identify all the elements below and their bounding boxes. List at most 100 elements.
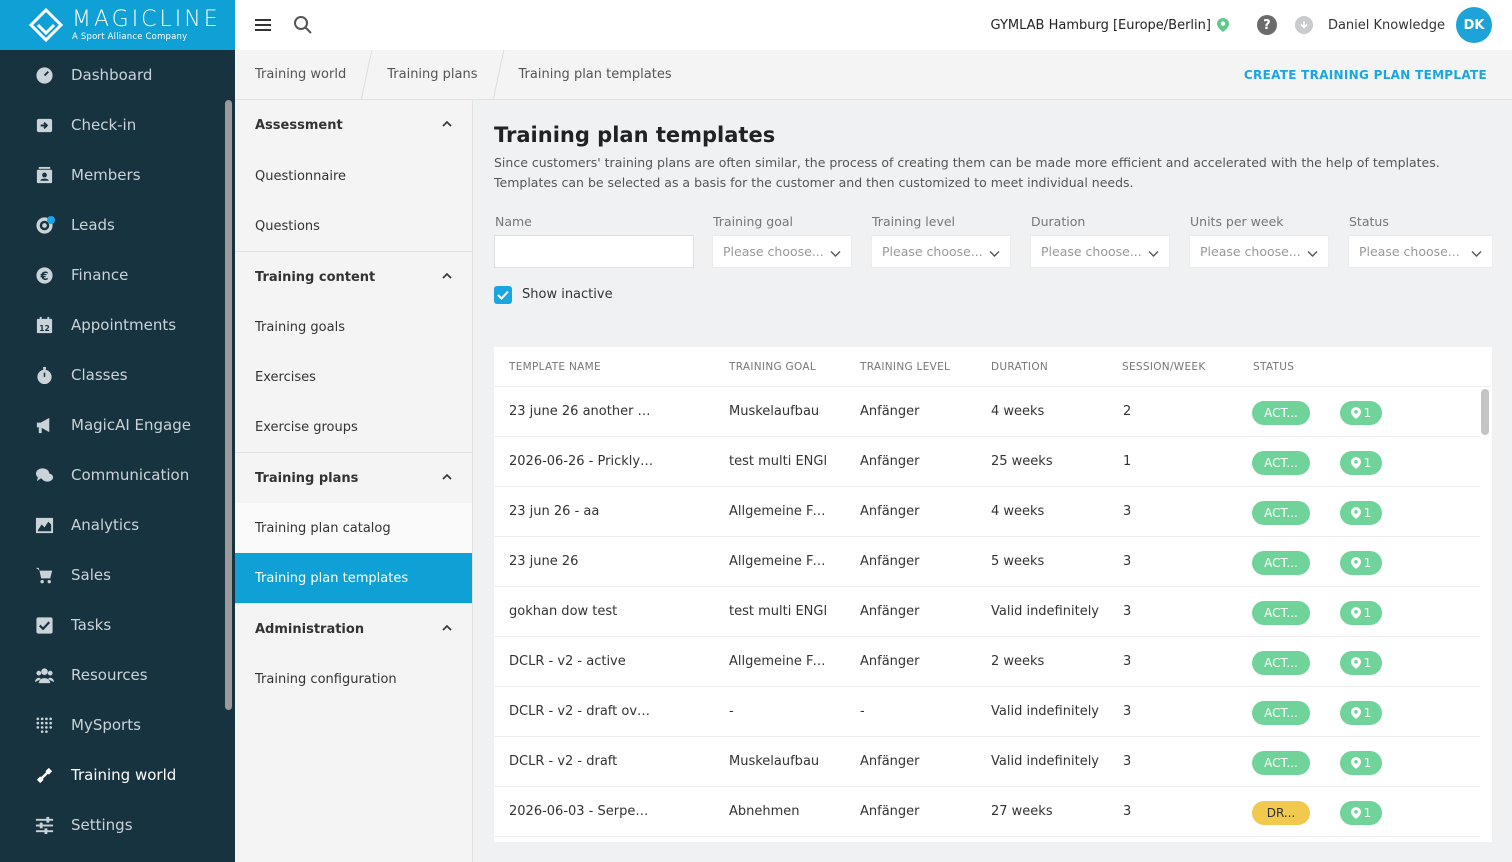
name-filter-input[interactable] xyxy=(494,235,694,268)
status-badge: ACT... xyxy=(1252,651,1310,675)
nav-item-mysports[interactable]: MySports xyxy=(0,700,235,750)
training-level-filter-select[interactable]: Please choose... xyxy=(871,235,1011,268)
status-filter-select[interactable]: Please choose... xyxy=(1348,235,1493,268)
subnav-group-training-content[interactable]: Training content xyxy=(235,251,472,302)
cell-level: Anfänger xyxy=(860,604,920,619)
studio-name[interactable]: GYMLAB Hamburg [Europe/Berlin] xyxy=(991,18,1211,33)
select-value: Please choose... xyxy=(1200,244,1301,259)
show-inactive-label[interactable]: Show inactive xyxy=(522,287,613,302)
avatar[interactable]: DK xyxy=(1456,7,1492,43)
col-template-name[interactable]: TEMPLATE NAME xyxy=(509,361,601,373)
nav-item-members[interactable]: Members xyxy=(0,150,235,200)
breadcrumb-item-training-world[interactable]: Training world xyxy=(235,50,366,100)
chevron-down-icon xyxy=(830,247,841,258)
nav-item-dashboard[interactable]: Dashboard xyxy=(0,50,235,100)
nav-item-finance[interactable]: € Finance xyxy=(0,250,235,300)
duration-filter-label: Duration xyxy=(1031,214,1086,229)
status-badge: ACT... xyxy=(1252,451,1310,475)
table-row[interactable]: 2026-06-03 - Serpenti... Abnehmen Anfänger… xyxy=(494,787,1480,837)
table-row[interactable]: DCLR - v2 - active Allgemeine Fit... Anfän… xyxy=(494,637,1480,687)
cell-duration: Valid indefinitely xyxy=(991,754,1099,769)
main-nav: MAGICLINE A Sport Alliance Company Dashb… xyxy=(0,0,235,862)
nav-item-check-in[interactable]: Check-in xyxy=(0,100,235,150)
select-value: Please choose... xyxy=(1359,244,1460,259)
table-row[interactable]: 2026-06-26 - Prickly C... test multi ENGl… xyxy=(494,437,1480,487)
col-duration[interactable]: DURATION xyxy=(991,361,1048,373)
breadcrumb-item-training-plans[interactable]: Training plans xyxy=(367,50,497,100)
nav-item-training-world[interactable]: Training world xyxy=(0,750,235,800)
chevron-up-icon xyxy=(442,270,452,285)
cell-level: Anfänger xyxy=(860,504,920,519)
nav-item-tasks[interactable]: Tasks xyxy=(0,600,235,650)
select-value: Please choose... xyxy=(723,244,824,259)
subnav-group-administration[interactable]: Administration xyxy=(235,603,472,654)
subnav-item-questions[interactable]: Questions xyxy=(235,201,472,251)
nav-item-leads[interactable]: Leads xyxy=(0,200,235,250)
subnav-item-training-plan-templates[interactable]: Training plan templates xyxy=(235,553,472,603)
nav-item-analytics[interactable]: Analytics xyxy=(0,500,235,550)
subnav-item-training-goals[interactable]: Training goals xyxy=(235,302,472,352)
table-scrollbar[interactable] xyxy=(1481,389,1489,435)
subnav-group-training-plans[interactable]: Training plans xyxy=(235,452,472,503)
download-icon[interactable] xyxy=(1294,16,1313,34)
table-row[interactable]: 23 jun 26 - aa Allgemeine Fit... Anfänger 4… xyxy=(494,487,1480,537)
people-icon xyxy=(34,665,54,685)
nav-item-appointments[interactable]: 12 Appointments xyxy=(0,300,235,350)
training-goal-filter-select[interactable]: Please choose... xyxy=(712,235,852,268)
table-header: TEMPLATE NAME TRAINING GOAL TRAINING LEV… xyxy=(494,347,1492,387)
subnav-item-exercises[interactable]: Exercises xyxy=(235,352,472,402)
table-row[interactable]: DCLR - v2 - draft Muskelaufbau Anfänger Val… xyxy=(494,737,1480,787)
subnav-item-exercise-groups[interactable]: Exercise groups xyxy=(235,402,472,452)
status-badge: ACT... xyxy=(1252,401,1310,425)
location-count: 1 xyxy=(1363,706,1372,720)
table-row[interactable]: gokhan dow test test multi ENGl Anfänger Va… xyxy=(494,587,1480,637)
menu-icon[interactable] xyxy=(255,16,271,34)
chevron-down-icon xyxy=(1307,247,1318,258)
col-session-week[interactable]: SESSION/WEEK xyxy=(1122,361,1206,373)
svg-text:€: € xyxy=(39,268,48,282)
chart-icon xyxy=(34,515,54,535)
col-status[interactable]: STATUS xyxy=(1253,361,1294,373)
subnav-group-assessment[interactable]: Assessment xyxy=(235,100,472,151)
user-name[interactable]: Daniel Knowledge xyxy=(1328,18,1445,33)
subnav-item-training-configuration[interactable]: Training configuration xyxy=(235,654,472,704)
table-row[interactable]: DCLR - v2 - draft over ... - - Valid indefi… xyxy=(494,687,1480,737)
brand-logo[interactable]: MAGICLINE A Sport Alliance Company xyxy=(0,0,235,50)
location-count: 1 xyxy=(1363,556,1372,570)
table-row[interactable]: 23 june 26 Allgemeine Fit... Anfänger 5 wee… xyxy=(494,537,1480,587)
nav-item-resources[interactable]: Resources xyxy=(0,650,235,700)
location-badge: 1 xyxy=(1340,601,1382,625)
status-badge: ACT... xyxy=(1252,551,1310,575)
brand-name: MAGICLINE xyxy=(72,6,221,32)
col-training-level[interactable]: TRAINING LEVEL xyxy=(860,361,950,373)
duration-filter-select[interactable]: Please choose... xyxy=(1030,235,1170,268)
nav-item-communication[interactable]: Communication xyxy=(0,450,235,500)
help-icon[interactable]: ? xyxy=(1256,15,1277,35)
col-training-goal[interactable]: TRAINING GOAL xyxy=(729,361,816,373)
cell-name: gokhan dow test xyxy=(509,604,618,619)
location-badge: 1 xyxy=(1340,701,1382,725)
chevron-down-icon xyxy=(989,247,1000,258)
cell-level: Anfänger xyxy=(860,554,920,569)
show-inactive-checkbox[interactable] xyxy=(494,286,512,304)
table-row[interactable]: 23 june 26 another try Muskelaufbau Anfäng… xyxy=(494,387,1480,437)
cell-goal: Abnehmen xyxy=(729,804,800,819)
nav-item-magicai-engage[interactable]: MagicAI Engage xyxy=(0,400,235,450)
units-per-week-filter-select[interactable]: Please choose... xyxy=(1189,235,1329,268)
location-count: 1 xyxy=(1363,656,1372,670)
location-badge: 1 xyxy=(1340,551,1382,575)
location-pin-icon xyxy=(1350,757,1361,769)
stopwatch-icon xyxy=(34,365,54,385)
subnav-item-questionnaire[interactable]: Questionnaire xyxy=(235,151,472,201)
nav-item-sales[interactable]: Sales xyxy=(0,550,235,600)
create-template-button[interactable]: CREATE TRAINING PLAN TEMPLATE xyxy=(1244,68,1487,82)
nav-item-settings[interactable]: Settings xyxy=(0,800,235,850)
subnav-item-training-plan-catalog[interactable]: Training plan catalog xyxy=(235,503,472,553)
breadcrumb: Training world Training plans Training p… xyxy=(235,49,1512,100)
nav-item-label: Tasks xyxy=(71,616,112,634)
location-badge: 1 xyxy=(1340,751,1382,775)
grid-dots-icon xyxy=(34,715,54,735)
search-icon[interactable] xyxy=(293,15,313,35)
nav-scrollbar[interactable] xyxy=(225,100,232,710)
nav-item-classes[interactable]: Classes xyxy=(0,350,235,400)
